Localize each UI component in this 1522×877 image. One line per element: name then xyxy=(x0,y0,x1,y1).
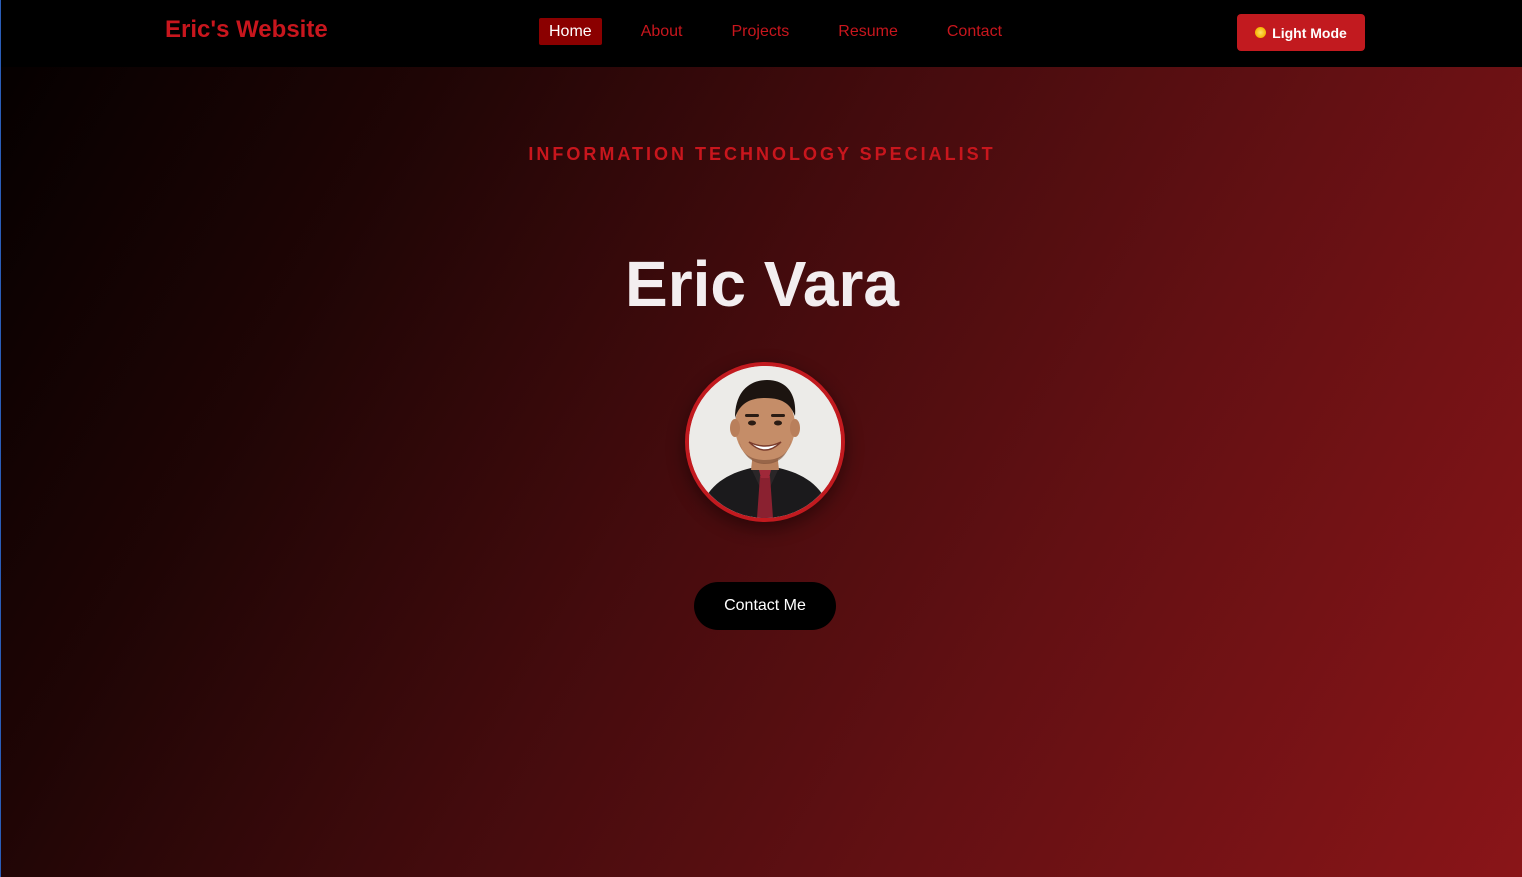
nav-link-about[interactable]: About xyxy=(631,18,693,45)
site-brand[interactable]: Eric's Website xyxy=(165,16,328,44)
light-mode-button[interactable]: Light Mode xyxy=(1237,14,1365,51)
nav-link-home[interactable]: Home xyxy=(539,18,602,45)
light-mode-label: Light Mode xyxy=(1272,24,1347,41)
nav-link-projects[interactable]: Projects xyxy=(722,18,800,45)
navbar: Eric's Website Home About Projects Resum… xyxy=(1,0,1522,67)
hero-name: Eric Vara xyxy=(625,248,899,320)
sun-icon xyxy=(1255,27,1267,38)
contact-me-button[interactable]: Contact Me xyxy=(694,582,836,630)
page: Eric's Website Home About Projects Resum… xyxy=(0,0,1522,877)
profile-photo xyxy=(685,362,845,522)
nav-link-contact[interactable]: Contact xyxy=(937,18,1012,45)
hero-subtitle: INFORMATION TECHNOLOGY SPECIALIST xyxy=(528,144,996,164)
nav-link-resume[interactable]: Resume xyxy=(828,18,908,45)
profile-photo-illustration xyxy=(689,366,841,518)
nav-links: Home About Projects Resume Contact xyxy=(539,18,1041,45)
hero-section: INFORMATION TECHNOLOGY SPECIALIST Eric V… xyxy=(1,67,1522,877)
